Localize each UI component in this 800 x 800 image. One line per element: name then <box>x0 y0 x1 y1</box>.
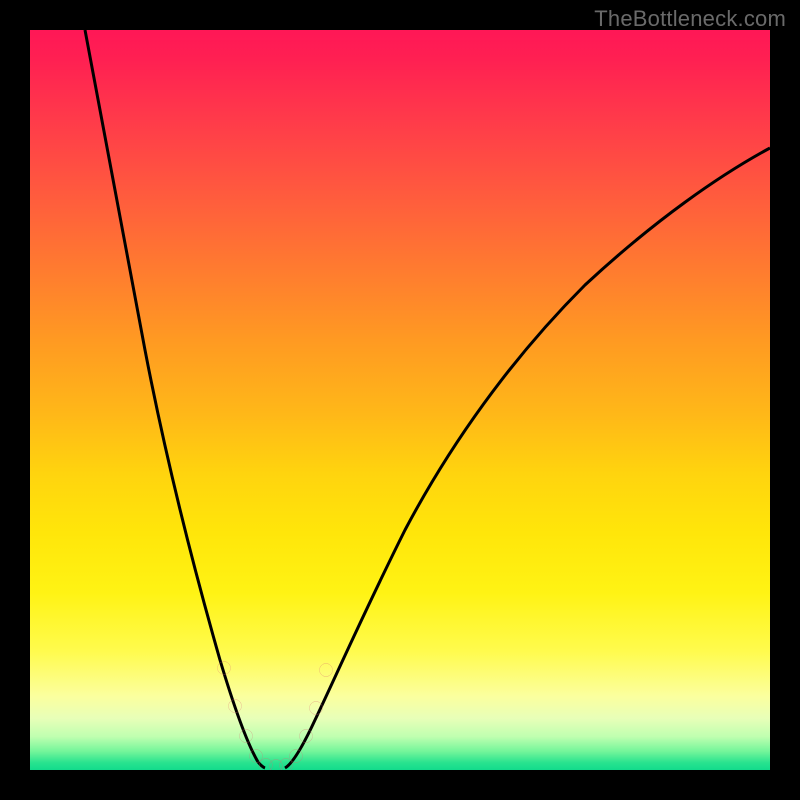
curve-right-branch <box>285 148 770 768</box>
plot-area <box>30 30 770 770</box>
chart-frame: TheBottleneck.com <box>0 0 800 800</box>
watermark-text: TheBottleneck.com <box>594 6 786 32</box>
curve-left-branch <box>85 30 265 768</box>
curve-layer <box>30 30 770 770</box>
